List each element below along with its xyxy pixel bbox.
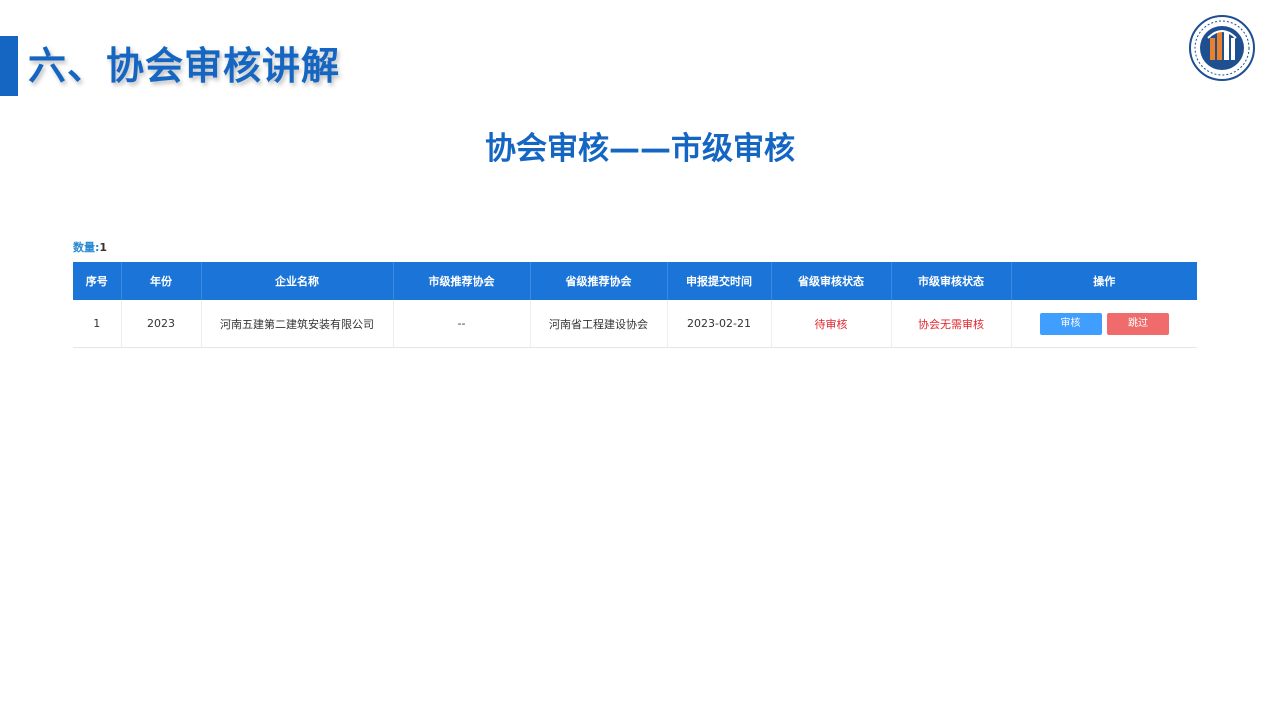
column-header-year[interactable]: 年份: [121, 262, 202, 300]
skip-button[interactable]: 跳过: [1107, 312, 1169, 335]
association-emblem-icon: [1188, 14, 1256, 82]
cell-actions: 审核 跳过: [1011, 300, 1197, 348]
section-title: 六、协会审核讲解: [28, 44, 341, 88]
column-header-province-assoc[interactable]: 省级推荐协会: [530, 262, 668, 300]
column-header-index[interactable]: 序号: [73, 262, 122, 300]
record-count-label: 数量:: [73, 241, 100, 254]
section-accent-bar: [0, 36, 18, 96]
cell-province-status: 待审核: [771, 300, 892, 348]
audit-table: 序号 年份 企业名称 市级推荐协会 省级推荐协会 申报提交时间 省级审核状态 市…: [73, 262, 1197, 348]
record-count: 数量:1: [73, 239, 107, 255]
table-row: 1 2023 河南五建第二建筑安装有限公司 -- 河南省工程建设协会 2023-…: [73, 300, 1197, 348]
cell-index: 1: [73, 300, 122, 348]
column-header-province-status[interactable]: 省级审核状态: [771, 262, 892, 300]
cell-province-assoc: 河南省工程建设协会: [530, 300, 668, 348]
slide-subtitle: 协会审核——市级审核: [485, 131, 795, 167]
slide: 六、协会审核讲解 协会审核——市级审核 数量:1 序号 年份 企业名称 市级推荐…: [0, 0, 1280, 720]
table-header-row: 序号 年份 企业名称 市级推荐协会 省级推荐协会 申报提交时间 省级审核状态 市…: [73, 262, 1197, 300]
column-header-city-status[interactable]: 市级审核状态: [891, 262, 1012, 300]
review-button[interactable]: 审核: [1039, 312, 1102, 335]
column-header-city-assoc[interactable]: 市级推荐协会: [393, 262, 531, 300]
cell-submit-time: 2023-02-21: [667, 300, 772, 348]
column-header-company[interactable]: 企业名称: [201, 262, 394, 300]
cell-city-status: 协会无需审核: [891, 300, 1012, 348]
cell-year: 2023: [121, 300, 202, 348]
cell-company: 河南五建第二建筑安装有限公司: [201, 300, 394, 348]
record-count-value: 1: [99, 241, 108, 254]
column-header-actions: 操作: [1011, 262, 1197, 300]
column-header-submit-time[interactable]: 申报提交时间: [667, 262, 772, 300]
cell-city-assoc: --: [393, 300, 531, 348]
